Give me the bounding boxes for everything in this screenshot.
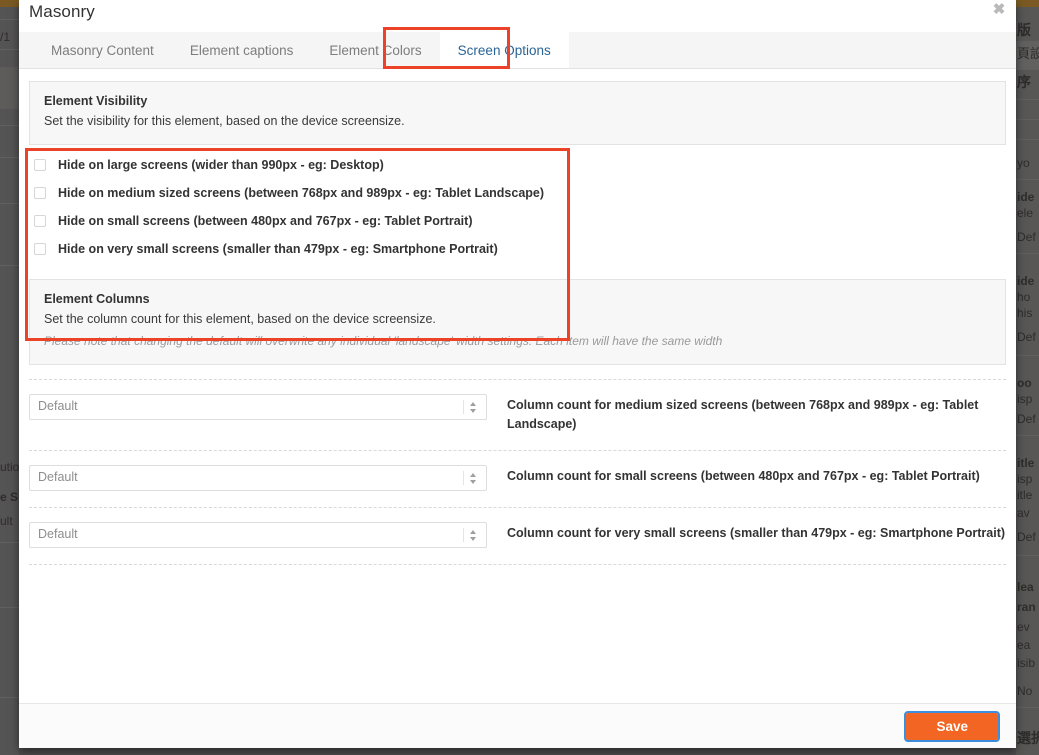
modal-footer: Save bbox=[19, 703, 1016, 748]
element-columns-note: Please note that changing the default wi… bbox=[44, 334, 723, 349]
column-field-medium: Default Column count for medium sized sc… bbox=[29, 379, 1006, 451]
backdrop-fragment: yo bbox=[1017, 156, 1030, 170]
visibility-option-medium[interactable]: Hide on medium sized screens (between 76… bbox=[29, 179, 1006, 207]
select-column-count-very-small[interactable]: Default bbox=[29, 521, 487, 548]
backdrop-fragment: utio bbox=[0, 460, 19, 474]
select-divider bbox=[463, 400, 464, 415]
select-column-count-small[interactable]: Default bbox=[29, 464, 487, 491]
chevron-updown-icon bbox=[470, 470, 479, 487]
backdrop-right-strip: 版 頁設 序 yo ide ele Def ide ho his Def oo … bbox=[1016, 7, 1039, 755]
backdrop-fragment: Def bbox=[1017, 412, 1036, 426]
tab-bar: Masonry Content Element captions Element… bbox=[19, 32, 1016, 69]
select-value: Default bbox=[38, 399, 78, 414]
checkbox-hide-small-screens[interactable] bbox=[34, 215, 46, 228]
backdrop-fragment: ele bbox=[1017, 206, 1034, 220]
column-field-very-small: Default Column count for very small scre… bbox=[29, 508, 1006, 565]
column-field-description: Column count for medium sized screens (b… bbox=[507, 398, 979, 431]
checkbox-hide-medium-screens[interactable] bbox=[34, 187, 46, 200]
backdrop-fragment: ide bbox=[1017, 190, 1035, 204]
backdrop-fragment: ev bbox=[1017, 620, 1030, 634]
column-field-control: Default bbox=[29, 521, 507, 548]
backdrop-fragment: isp bbox=[1017, 392, 1033, 406]
backdrop-fragment: his bbox=[1017, 306, 1033, 320]
select-divider bbox=[463, 470, 464, 485]
visibility-option-label: Hide on very small screens (smaller than… bbox=[58, 242, 498, 257]
backdrop-fragment: av bbox=[1017, 506, 1030, 520]
page-title: Masonry bbox=[29, 2, 95, 21]
visibility-option-small[interactable]: Hide on small screens (between 480px and… bbox=[29, 207, 1006, 235]
backdrop-fragment: ide bbox=[1017, 274, 1035, 288]
column-field-control: Default bbox=[29, 394, 507, 421]
element-columns-subtitle: Set the column count for this element, b… bbox=[44, 312, 436, 327]
modal-header: Masonry ✖ bbox=[19, 0, 1016, 32]
chevron-updown-icon bbox=[470, 399, 479, 416]
column-field-control: Default bbox=[29, 464, 507, 491]
backdrop-fragment: Def bbox=[1017, 330, 1036, 344]
masonry-settings-modal: Masonry ✖ Masonry Content Element captio… bbox=[19, 0, 1016, 748]
select-column-count-medium[interactable]: Default bbox=[29, 394, 487, 421]
backdrop-fragment: ult bbox=[0, 514, 13, 528]
backdrop-fragment: ho bbox=[1017, 290, 1031, 304]
element-visibility-panel: Element Visibility Set the visibility fo… bbox=[29, 81, 1006, 146]
backdrop-fragment: Def bbox=[1017, 530, 1036, 544]
backdrop-fragment: itle bbox=[1017, 456, 1035, 470]
backdrop-fragment: Def bbox=[1017, 230, 1036, 244]
element-columns-panel: Element Columns Set the column count for… bbox=[29, 279, 1006, 366]
backdrop-fragment: 序 bbox=[1017, 74, 1031, 90]
backdrop-fragment: itle bbox=[1017, 488, 1033, 502]
element-columns-title: Element Columns bbox=[44, 292, 150, 307]
column-field-description: Column count for small screens (between … bbox=[507, 468, 980, 483]
backdrop-fragment: 版 bbox=[1017, 22, 1031, 38]
select-value: Default bbox=[38, 469, 78, 484]
backdrop-fragment: e S bbox=[0, 490, 19, 504]
visibility-option-very-small[interactable]: Hide on very small screens (smaller than… bbox=[29, 235, 1006, 263]
backdrop-fragment: /1 bbox=[0, 30, 11, 44]
tab-element-colors[interactable]: Element Colors bbox=[311, 32, 439, 68]
element-visibility-subtitle: Set the visibility for this element, bas… bbox=[44, 114, 405, 128]
backdrop-fragment: 選択 bbox=[1017, 730, 1039, 746]
select-value: Default bbox=[38, 526, 78, 541]
backdrop-fragment: No bbox=[1017, 684, 1033, 698]
modal-body: Element Visibility Set the visibility fo… bbox=[19, 69, 1016, 703]
visibility-option-large[interactable]: Hide on large screens (wider than 990px … bbox=[29, 151, 1006, 179]
visibility-options-list: Hide on large screens (wider than 990px … bbox=[29, 145, 1006, 263]
backdrop-left-strip: /1 utio e S ult bbox=[0, 7, 19, 755]
column-fields-list: Default Column count for medium sized sc… bbox=[29, 379, 1006, 565]
element-visibility-title: Element Visibility bbox=[44, 94, 148, 108]
backdrop-fragment: lea bbox=[1017, 580, 1034, 594]
save-button[interactable]: Save bbox=[904, 710, 1000, 742]
select-divider bbox=[463, 527, 464, 542]
backdrop-fragment: ran bbox=[1017, 600, 1036, 614]
visibility-option-label: Hide on small screens (between 480px and… bbox=[58, 214, 473, 229]
column-field-small: Default Column count for small screens (… bbox=[29, 451, 1006, 508]
close-icon[interactable]: ✖ bbox=[991, 2, 1007, 18]
backdrop-fragment: isp bbox=[1017, 472, 1033, 486]
tab-element-captions[interactable]: Element captions bbox=[172, 32, 312, 68]
visibility-option-label: Hide on medium sized screens (between 76… bbox=[58, 186, 545, 201]
checkbox-hide-very-small-screens[interactable] bbox=[34, 243, 46, 256]
backdrop-fragment: ea bbox=[1017, 638, 1031, 652]
chevron-updown-icon bbox=[470, 527, 479, 544]
tab-masonry-content[interactable]: Masonry Content bbox=[33, 32, 172, 68]
checkbox-hide-large-screens[interactable] bbox=[34, 159, 46, 172]
backdrop-fragment: oo bbox=[1017, 376, 1032, 390]
visibility-option-label: Hide on large screens (wider than 990px … bbox=[58, 158, 384, 173]
backdrop-fragment: isib bbox=[1017, 656, 1036, 670]
tab-screen-options[interactable]: Screen Options bbox=[439, 32, 569, 68]
backdrop-fragment: 頁設 bbox=[1017, 46, 1039, 61]
column-field-description: Column count for very small screens (sma… bbox=[507, 525, 1006, 540]
